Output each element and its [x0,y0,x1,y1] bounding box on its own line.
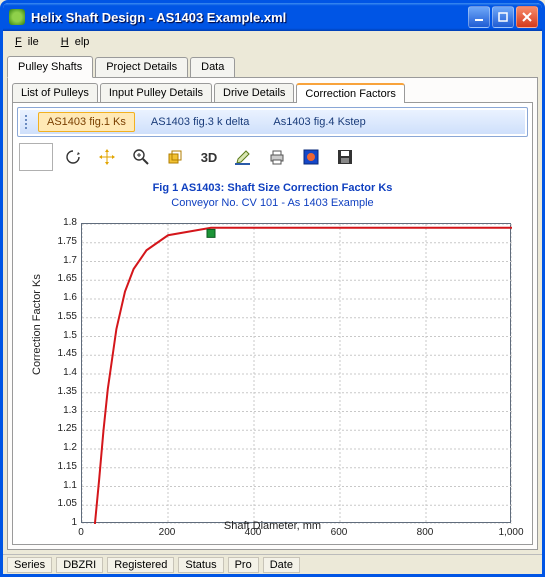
figure-tab-strip: AS1403 fig.1 Ks AS1403 fig.3 k delta As1… [20,110,525,134]
plot-svg [82,224,512,524]
chart-title: Fig 1 AS1403: Shaft Size Correction Fact… [17,181,528,212]
y-tick-label: 1.8 [37,217,77,228]
status-date: Date [263,557,300,573]
y-tick-label: 1.5 [37,330,77,341]
edit-icon[interactable] [229,143,257,171]
main-tab-strip: Pulley Shafts Project Details Data [3,53,542,77]
statusbar: Series DBZRI Registered Status Pro Date [3,554,542,574]
y-tick-label: 1.65 [37,273,77,284]
tab-project-details[interactable]: Project Details [95,57,188,77]
y-tick-label: 1.55 [37,311,77,322]
chart-ylabel: Correction Factor Ks [31,274,43,375]
x-tick-label: 200 [147,527,187,538]
y-tick-label: 1.25 [37,423,77,434]
status-dbzri: DBZRI [56,557,103,573]
save-icon[interactable] [331,143,359,171]
threeD-button[interactable]: 3D [195,143,223,171]
sub-tab-strip: List of Pulleys Input Pulley Details Dri… [12,82,533,102]
tool-blank[interactable] [19,143,53,171]
figure-tab-container: AS1403 fig.1 Ks AS1403 fig.3 k delta As1… [17,107,528,137]
status-registered: Registered [107,557,174,573]
status-pro: Pro [228,557,259,573]
status-series: Series [7,557,52,573]
y-tick-label: 1.3 [37,405,77,416]
depth-icon[interactable] [161,143,189,171]
y-tick-label: 1.05 [37,498,77,509]
subtab-drive-details[interactable]: Drive Details [214,83,294,102]
zoom-icon[interactable] [127,143,155,171]
subtab-correction-factors[interactable]: Correction Factors [296,83,404,103]
chart-area: Fig 1 AS1403: Shaft Size Correction Fact… [17,175,528,540]
app-icon [9,9,25,25]
y-tick-label: 1.2 [37,442,77,453]
x-tick-label: 0 [61,527,101,538]
tab-pulley-shafts[interactable]: Pulley Shafts [7,56,93,78]
rotate-icon[interactable] [59,143,87,171]
y-tick-label: 1.7 [37,255,77,266]
x-tick-label: 400 [233,527,273,538]
figtab-kdelta[interactable]: AS1403 fig.3 k delta [143,113,257,131]
y-tick-label: 1.45 [37,348,77,359]
status-status: Status [178,557,223,573]
figtab-kstep[interactable]: As1403 fig.4 Kstep [265,113,373,131]
chart-title-line1: Fig 1 AS1403: Shaft Size Correction Fact… [153,182,393,194]
y-tick-label: 1.6 [37,292,77,303]
titlebar: Helix Shaft Design - AS1403 Example.xml [3,3,542,31]
x-tick-label: 800 [405,527,445,538]
x-tick-label: 1,000 [491,527,528,538]
copy-icon[interactable] [297,143,325,171]
chart-toolbar: 3D [17,143,528,175]
app-window: Helix Shaft Design - AS1403 Example.xml … [0,0,545,577]
figtab-ks[interactable]: AS1403 fig.1 Ks [38,112,135,132]
plot-frame [81,223,511,523]
chart-title-line2: Conveyor No. CV 101 - As 1403 Example [171,197,373,209]
main-tab-panel: List of Pulleys Input Pulley Details Dri… [7,77,538,550]
y-tick-label: 1.15 [37,461,77,472]
maximize-button[interactable] [492,6,514,28]
menubar: File Help [3,31,542,53]
menu-help[interactable]: Help [55,34,102,50]
subtab-list-of-pulleys[interactable]: List of Pulleys [12,83,98,102]
close-button[interactable] [516,6,538,28]
y-tick-label: 1.1 [37,480,77,491]
menu-file[interactable]: File [9,34,51,50]
subtab-input-pulley-details[interactable]: Input Pulley Details [100,83,212,102]
window-title: Helix Shaft Design - AS1403 Example.xml [31,10,466,25]
y-tick-label: 1.35 [37,386,77,397]
sub-tab-panel: AS1403 fig.1 Ks AS1403 fig.3 k delta As1… [12,102,533,545]
x-tick-label: 600 [319,527,359,538]
print-icon[interactable] [263,143,291,171]
grip-icon [24,115,28,129]
y-tick-label: 1.75 [37,236,77,247]
y-tick-label: 1.4 [37,367,77,378]
move-icon[interactable] [93,143,121,171]
minimize-button[interactable] [468,6,490,28]
tab-data[interactable]: Data [190,57,235,77]
